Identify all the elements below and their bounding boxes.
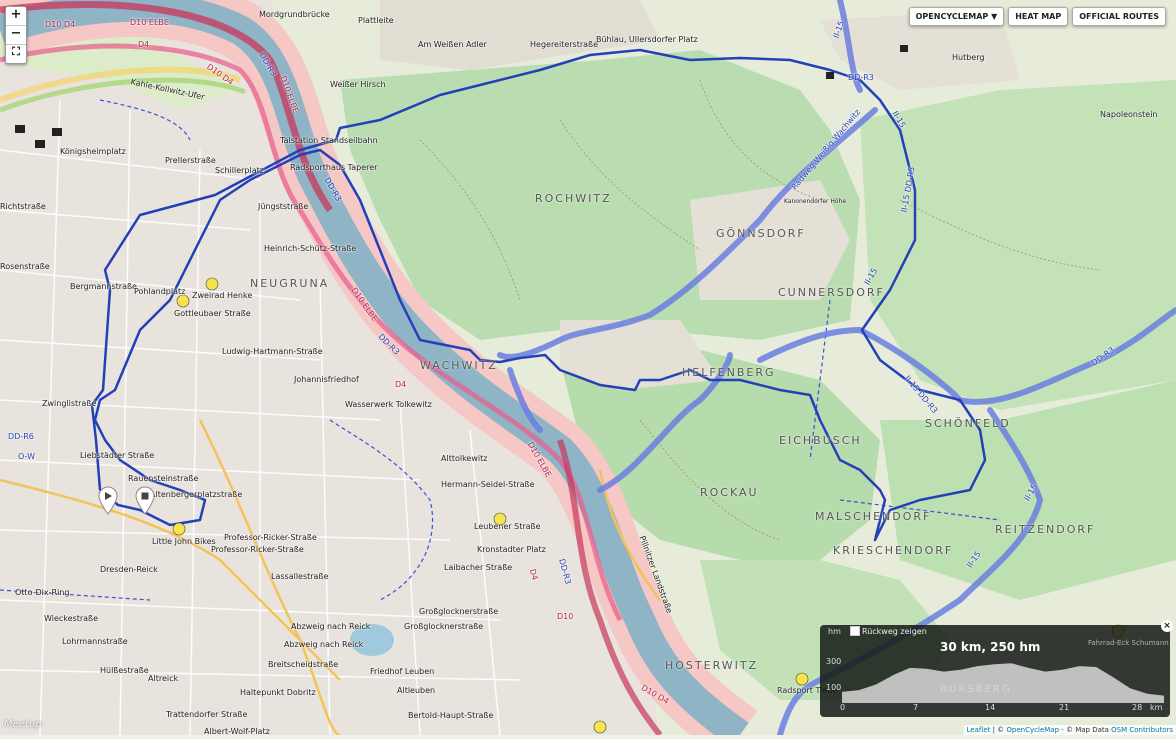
district-label: ROCKAU [700, 486, 759, 499]
attribution-text: - © Map Data [1059, 726, 1112, 734]
end-marker-icon[interactable] [135, 486, 155, 516]
zoom-in-button[interactable]: + [6, 7, 26, 26]
route-summary: 30 km, 250 hm [940, 640, 1041, 654]
district-label: ROCHWITZ [535, 192, 612, 205]
checkbox-icon[interactable] [850, 626, 860, 636]
leaflet-link[interactable]: Leaflet [967, 726, 991, 734]
overlay-label: Fahrrad-Eck Schumann [1088, 639, 1169, 647]
district-label: HELFENBERG [682, 366, 776, 379]
opencyclemap-layer-button[interactable]: OPENCYCLEMAP ▼ [908, 7, 1005, 26]
back-toggle[interactable]: Rückweg zeigen [850, 626, 927, 636]
osm-link[interactable]: OSM Contributors [1111, 726, 1173, 734]
elevation-unit: hm [828, 627, 841, 636]
elevation-panel: × hm Rückweg zeigen 30 km, 250 hm 300 10… [820, 620, 1173, 717]
layer-toolbar: OPENCYCLEMAP ▼ HEAT MAP OFFICIAL ROUTES [908, 7, 1166, 26]
attribution-text: | © [990, 726, 1007, 734]
y-tick: 100 [826, 683, 842, 692]
x-unit: km [1150, 703, 1163, 712]
district-label: EICHBUSCH [779, 434, 862, 447]
district-label: REITZENDORF [995, 523, 1096, 536]
heatmap-button[interactable]: HEAT MAP [1008, 7, 1069, 26]
zoom-control: + − ⛶ [5, 6, 27, 64]
district-label: WACHWITZ [420, 359, 498, 372]
district-label: MALSCHENDORF [815, 510, 932, 523]
x-tick: 7 [913, 703, 919, 712]
back-label: Rückweg zeigen [862, 626, 927, 636]
attribution: Leaflet | © OpenCycleMap - © Map Data OS… [963, 725, 1176, 735]
start-marker-icon[interactable] [98, 486, 118, 516]
district-label: KRIESCHENDORF [833, 544, 954, 557]
x-tick: 28 [1132, 703, 1143, 712]
x-tick: 21 [1059, 703, 1070, 712]
x-tick: 0 [840, 703, 846, 712]
x-tick: 14 [985, 703, 996, 712]
watermark: Meetup [4, 719, 42, 730]
district-label: NEUGRUNA [250, 277, 330, 290]
y-tick: 300 [826, 657, 842, 666]
close-icon[interactable]: × [1161, 620, 1173, 632]
district-label: HOSTERWITZ [665, 659, 759, 672]
overlay-label: BORSBERG [940, 684, 1012, 695]
official-routes-button[interactable]: OFFICIAL ROUTES [1072, 7, 1166, 26]
zoom-out-button[interactable]: − [6, 26, 26, 45]
district-label: SCHÖNFELD [925, 417, 1011, 430]
ocm-link[interactable]: OpenCycleMap [1006, 726, 1059, 734]
elevation-profile[interactable] [842, 655, 1164, 703]
fullscreen-icon[interactable]: ⛶ [6, 45, 26, 63]
district-label: GÖNNSDORF [716, 227, 806, 240]
district-label: CUNNERSDORF [778, 286, 885, 299]
